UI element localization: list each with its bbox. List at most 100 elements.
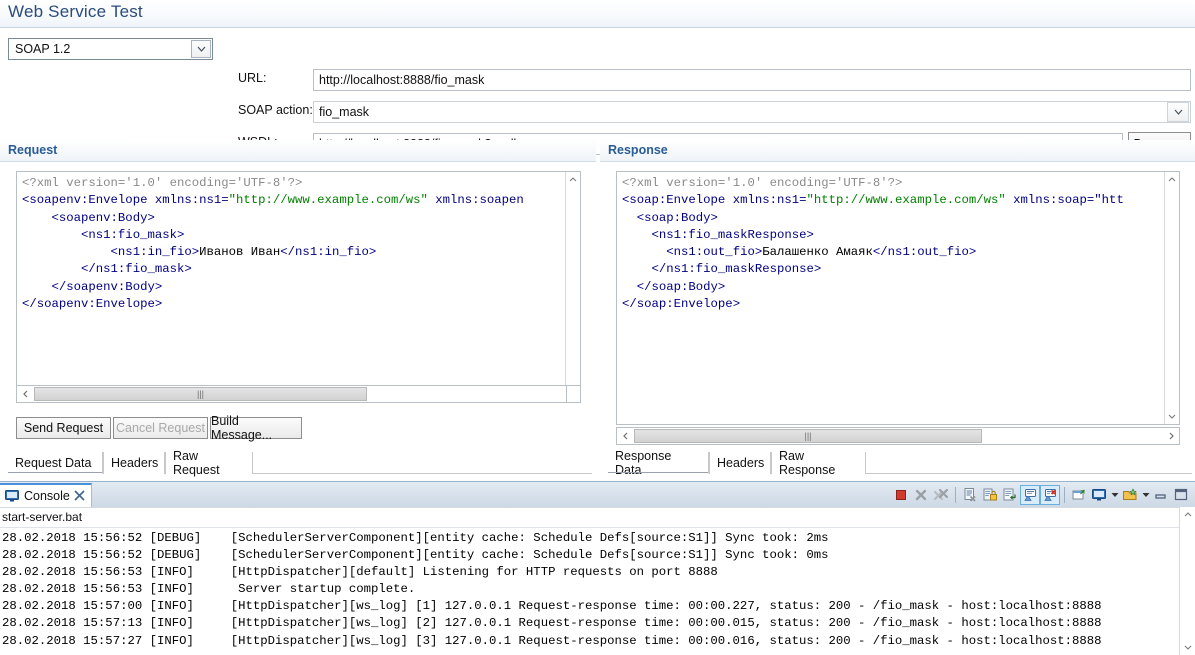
code-line: <?xml version='1.0' encoding='UTF-8'?> (622, 175, 1124, 192)
scroll-right-icon[interactable] (1163, 428, 1179, 444)
show-console-on-error-icon[interactable] (1040, 484, 1060, 505)
code-token: <ns1:out_fio> (622, 245, 763, 260)
code-line: <soap:Envelope xmlns:ns1="http://www.exa… (622, 192, 1124, 209)
request-scrollbar-corner (566, 385, 581, 403)
clear-console-icon[interactable] (960, 485, 980, 505)
response-header-underline (600, 161, 1195, 162)
console-command-divider (0, 527, 1195, 528)
response-tab-raw-response[interactable]: Raw Response (771, 449, 866, 477)
request-tab-raw-request[interactable]: Raw Request (165, 449, 253, 477)
toolbar-separator (1064, 486, 1065, 503)
response-tab-headers[interactable]: Headers (709, 452, 771, 474)
response-horizontal-scrollbar[interactable]: ||| (616, 427, 1180, 445)
word-wrap-icon[interactable] (1000, 485, 1020, 505)
close-icon[interactable] (74, 490, 85, 501)
remove-launch-icon[interactable] (911, 485, 931, 505)
tab-selected-underline (608, 472, 708, 473)
code-line: <ns1:fio_mask> (22, 227, 524, 244)
scroll-down-icon[interactable] (1165, 409, 1179, 424)
toolbar-separator (955, 486, 956, 503)
response-xml-code: <?xml version='1.0' encoding='UTF-8'?> <s… (622, 175, 1124, 313)
console-toolbar (891, 484, 1191, 505)
code-token: xmlns:soap="htt (1005, 193, 1124, 208)
console-log-line: 28.02.2018 15:57:00 [INFO] [HttpDispatch… (2, 599, 1102, 614)
soap-action-label: SOAP action: (238, 103, 313, 117)
soap-action-chevron-down-icon[interactable] (1167, 102, 1189, 122)
code-token: <soapenv:Body> (22, 210, 155, 225)
response-vertical-scrollbar[interactable] (1164, 172, 1179, 424)
caret-down-icon[interactable] (1140, 485, 1151, 505)
request-tab-strip: Request Data Headers Raw Request (8, 449, 592, 477)
scroll-left-icon[interactable] (617, 428, 633, 444)
scroll-up-icon[interactable] (566, 172, 580, 187)
cancel-request-button: Cancel Request (113, 417, 208, 439)
code-token: xmlns:soapen (427, 193, 524, 208)
display-selected-console-icon[interactable] (1089, 485, 1109, 505)
tab-console[interactable]: Console (0, 483, 92, 507)
code-token: <soap:Envelope (622, 193, 733, 208)
remove-all-terminated-icon[interactable] (931, 485, 951, 505)
code-token: <soapenv:Envelope (22, 193, 155, 208)
code-token: Балашенко Амаяк (762, 245, 873, 260)
code-line: <soap:Body> (622, 210, 1124, 227)
terminate-icon[interactable] (891, 485, 911, 505)
code-line: </ns1:fio_maskResponse> (622, 261, 1124, 278)
request-tab-request-data[interactable]: Request Data (8, 452, 103, 474)
pin-console-icon[interactable] (1069, 485, 1089, 505)
console-log-line: 28.02.2018 15:56:53 [INFO] [HttpDispatch… (2, 565, 718, 580)
code-token: </soapenv:Envelope> (22, 297, 163, 312)
scroll-down-icon[interactable] (1180, 640, 1195, 655)
scroll-up-icon[interactable] (1180, 507, 1195, 522)
soap-version-combo[interactable]: SOAP 1.2 (8, 38, 213, 60)
request-tab-headers[interactable]: Headers (103, 452, 165, 474)
code-line: <?xml version='1.0' encoding='UTF-8'?> (22, 175, 524, 192)
response-section-header: Response (600, 140, 1195, 162)
response-xml-editor[interactable]: <?xml version='1.0' encoding='UTF-8'?> <s… (616, 171, 1180, 425)
response-tab-response-data[interactable]: Response Data (608, 449, 709, 477)
open-console-icon[interactable] (1120, 485, 1140, 505)
code-token: xmlns:ns1= (732, 193, 807, 208)
scroll-lock-icon[interactable] (980, 485, 1000, 505)
minimize-icon[interactable] (1151, 485, 1171, 505)
request-xml-code: <?xml version='1.0' encoding='UTF-8'?> <s… (22, 175, 524, 313)
caret-down-icon[interactable] (1109, 485, 1120, 505)
code-token: </ns1:fio_mask> (22, 262, 192, 277)
chevron-down-icon[interactable] (191, 40, 211, 58)
show-console-on-output-icon[interactable] (1020, 484, 1040, 505)
console-log-line: 28.02.2018 15:56:52 [DEBUG] [SchedulerSe… (2, 531, 829, 545)
request-xml-editor[interactable]: <?xml version='1.0' encoding='UTF-8'?> <s… (16, 171, 581, 403)
scroll-up-icon[interactable] (1165, 172, 1179, 187)
code-token: xmlns:ns1= (154, 193, 229, 208)
console-tab-band: Console (0, 482, 1195, 507)
code-line: </ns1:fio_mask> (22, 261, 524, 278)
console-vertical-scrollbar[interactable] (1179, 507, 1195, 655)
console-monitor-icon (5, 490, 19, 502)
request-horizontal-scrollbar[interactable]: ||| (16, 385, 581, 403)
code-token: </ns1:in_fio> (280, 245, 377, 260)
url-label: URL: (238, 71, 267, 85)
soap-version-value: SOAP 1.2 (15, 42, 71, 56)
request-hscroll-thumb[interactable]: ||| (34, 387, 367, 401)
code-token: </soapenv:Body> (22, 279, 163, 294)
scroll-left-icon[interactable] (17, 386, 33, 402)
code-line: <ns1:in_fio>Иванов Иван</ns1:in_fio> (22, 244, 524, 261)
console-log-line: 28.02.2018 15:57:27 [INFO] [HttpDispatch… (2, 633, 1102, 648)
response-hscroll-thumb[interactable]: ||| (634, 429, 982, 443)
code-token: <?xml version='1.0' encoding='UTF-8'?> (622, 176, 903, 190)
soap-action-input[interactable] (313, 101, 1191, 123)
maximize-icon[interactable] (1171, 485, 1191, 505)
url-input[interactable] (313, 69, 1191, 91)
console-log-line: 28.02.2018 15:56:52 [DEBUG] [SchedulerSe… (2, 548, 829, 563)
code-line: <ns1:out_fio>Балашенко Амаяк</ns1:out_fi… (622, 244, 1124, 261)
code-line: </soapenv:Envelope> (22, 296, 524, 313)
request-section-header: Request (0, 140, 596, 162)
build-message-button[interactable]: Build Message... (210, 414, 302, 442)
code-token: <ns1:in_fio> (22, 245, 200, 260)
console-output-area[interactable]: start-server.bat 28.02.2018 15:56:52 [DE… (0, 507, 1195, 655)
tab-label: Raw Response (779, 449, 836, 477)
tab-label: Request Data (15, 455, 92, 470)
send-request-button[interactable]: Send Request (16, 417, 111, 439)
code-token: Иванов Иван (199, 245, 281, 260)
code-token: <?xml version='1.0' encoding='UTF-8'?> (22, 176, 303, 190)
request-vertical-scrollbar[interactable] (565, 172, 580, 402)
